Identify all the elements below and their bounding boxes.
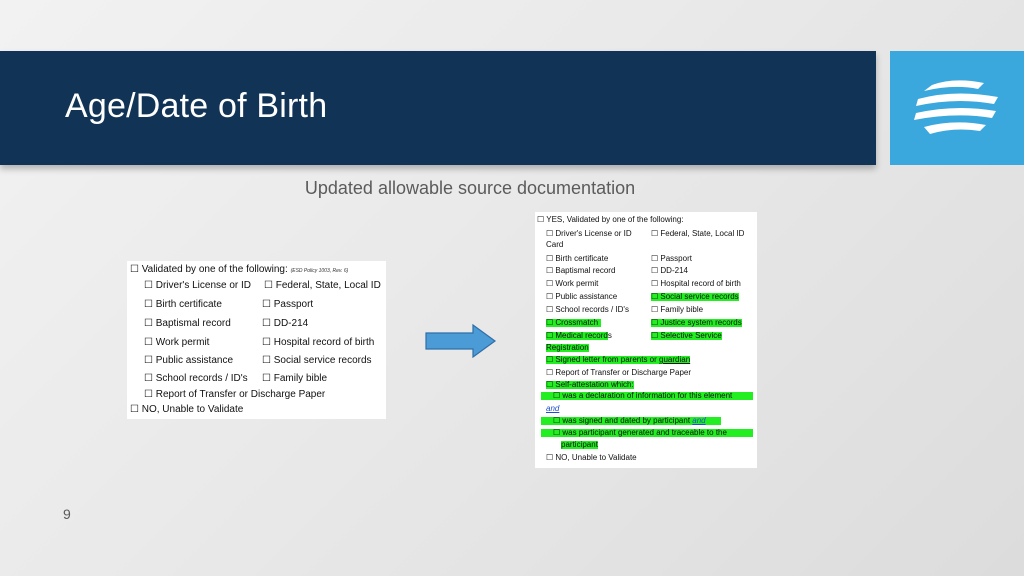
checklist-item: ☐ School records / ID's (144, 373, 248, 384)
checklist-item: ☐ Passport (651, 254, 692, 263)
checklist-item: ☐ DD-214 (651, 266, 688, 275)
highlighted-item: ☐ Self-attestation which: (546, 380, 634, 389)
checklist-item: ☐ Hospital record of birth (651, 279, 741, 288)
checklist-item: ☐ Birth certificate (144, 299, 222, 310)
checklist-item: ☐ Public assistance (546, 292, 618, 301)
checklist-item: ☐ Federal, State, Local ID (264, 280, 381, 291)
checklist-item: ☐ DD-214 (262, 318, 309, 329)
checklist-item: ☐ Federal, State, Local ID (651, 229, 745, 238)
checklist-item: ☐ Family bible (651, 305, 704, 314)
no-option: ☐ NO, Unable to Validate (130, 404, 244, 415)
checklist-heading: ☐ Validated by one of the following: (ES… (130, 265, 348, 275)
highlighted-item: Registration (546, 343, 589, 352)
highlighted-item: ☐ Social service records (651, 292, 739, 301)
highlighted-item: ☐ Crossmatch (546, 319, 601, 327)
checklist-item: ☐ Report of Transfer or Discharge Paper (546, 368, 692, 377)
highlighted-item: ☐ Justice system records (651, 318, 742, 327)
old-documentation-panel: ☐ Validated by one of the following: (ES… (127, 261, 386, 419)
title-bar: Age/Date of Birth (0, 51, 876, 165)
checklist-item: ☐ Passport (262, 299, 314, 310)
highlighted-item: ☐ Medical records (546, 331, 612, 340)
highlighted-item: ☐ was signed and dated by participant an… (541, 417, 721, 425)
no-option: ☐ NO, Unable to Validate (546, 453, 637, 462)
checklist-item: ☐ Hospital record of birth (262, 337, 375, 348)
highlighted-item: participant (561, 440, 598, 449)
highlighted-item: ☐ Selective Service (651, 331, 722, 340)
checklist-item: ☐ Family bible (262, 373, 328, 384)
item-text: guardian (659, 355, 691, 364)
slide-title: Age/Date of Birth (65, 87, 328, 125)
highlighted-item: ☐ Signed letter from parents or guardian (546, 355, 691, 364)
checklist-item: ☐ Public assistance (144, 355, 234, 366)
slide-number: 9 (63, 506, 71, 522)
and-text: and (692, 416, 706, 425)
checklist-item: ☐ School records / ID's (546, 305, 629, 314)
item-text: ☐ was signed and dated by participant (553, 416, 691, 425)
right-arrow-icon (425, 324, 497, 358)
item-text: ☐ Signed letter from parents or (546, 355, 657, 364)
checklist-item: ☐ Baptismal record (546, 266, 616, 275)
wave-lines-logo-icon (914, 80, 998, 134)
checklist-item: ☐ Driver's License or ID (546, 229, 632, 238)
checklist-item: Card (546, 240, 564, 249)
logo-box (890, 51, 1024, 165)
checklist-item: ☐ Baptismal record (144, 318, 231, 329)
subtitle: Updated allowable source documentation (304, 178, 636, 198)
checklist-heading: ☐ YES, Validated by one of the following… (537, 215, 684, 224)
and-connector: and (546, 405, 559, 413)
heading-text: ☐ Validated by one of the following: (130, 264, 288, 275)
highlighted-item: ☐ was a declaration of information for t… (541, 392, 753, 400)
heading-note: (ESD Policy 1003, Rev. 6) (290, 268, 349, 274)
highlighted-item: ☐ was participant generated and traceabl… (541, 429, 753, 437)
checklist-item: ☐ Work permit (144, 337, 210, 348)
checklist-item: ☐ Report of Transfer or Discharge Paper (144, 389, 326, 400)
checklist-item: ☐ Work permit (546, 279, 599, 288)
checklist-item: ☐ Driver's License or ID (144, 280, 252, 291)
checklist-item: ☐ Birth certificate (546, 254, 609, 263)
and-text: and (546, 404, 560, 413)
checklist-item: ☐ Social service records (262, 355, 372, 366)
updated-documentation-panel: ☐ YES, Validated by one of the following… (535, 212, 757, 468)
